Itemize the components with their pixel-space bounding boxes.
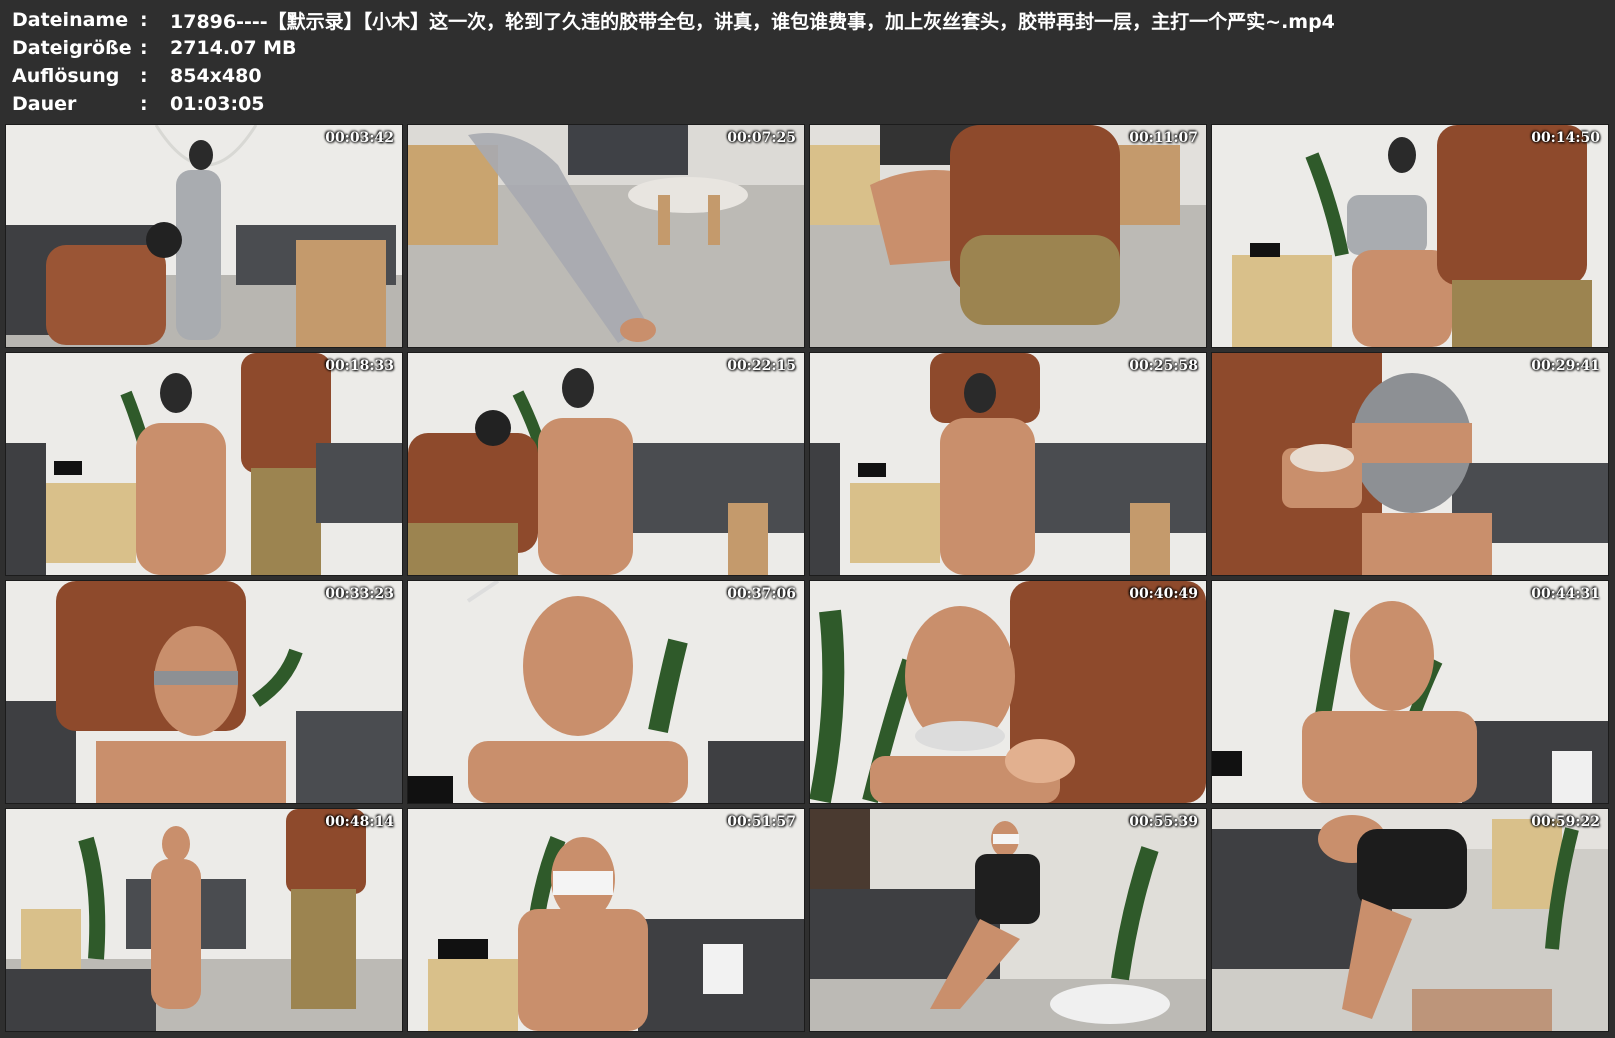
- timestamp-label: 00:37:06: [727, 586, 796, 602]
- video-thumbnail[interactable]: 00:29:41: [1212, 353, 1608, 575]
- filesize-row: Dateigröße : 2714.07 MB: [12, 34, 297, 62]
- duration-label: Dauer: [12, 93, 77, 115]
- filesize-label: Dateigröße: [12, 37, 132, 59]
- thumbnail-grid: 00:03:42 00:07:25 00:11:07 00:14:50 00:1…: [6, 125, 1609, 1035]
- timestamp-label: 00:44:31: [1531, 586, 1600, 602]
- duration-value: 01:03:05: [170, 93, 265, 115]
- scene-image: [408, 353, 804, 575]
- separator: :: [140, 93, 148, 115]
- scene-image: [6, 353, 402, 575]
- timestamp-label: 00:51:57: [727, 814, 796, 830]
- resolution-value: 854x480: [170, 65, 262, 87]
- scene-image: [810, 353, 1206, 575]
- timestamp-label: 00:55:39: [1129, 814, 1198, 830]
- video-thumbnail[interactable]: 00:33:23: [6, 581, 402, 803]
- video-thumbnail[interactable]: 00:07:25: [408, 125, 804, 347]
- scene-image: [810, 581, 1206, 803]
- scene-image: [6, 809, 402, 1031]
- scene-image: [1212, 581, 1608, 803]
- scene-image: [408, 581, 804, 803]
- scene-image: [1212, 809, 1608, 1031]
- timestamp-label: 00:22:15: [727, 358, 796, 374]
- scene-image: [6, 125, 402, 347]
- scene-image: [408, 125, 804, 347]
- video-thumbnail[interactable]: 00:44:31: [1212, 581, 1608, 803]
- timestamp-label: 00:14:50: [1531, 130, 1600, 146]
- scene-image: [1212, 353, 1608, 575]
- file-info-header: Dateiname : 17896----【默示录】【小木】这一次，轮到了久违的…: [12, 6, 1602, 118]
- video-thumbnail[interactable]: 00:11:07: [810, 125, 1206, 347]
- video-thumbnail[interactable]: 00:22:15: [408, 353, 804, 575]
- video-thumbnail[interactable]: 00:03:42: [6, 125, 402, 347]
- resolution-row: Auflösung : 854x480: [12, 62, 262, 90]
- scene-image: [810, 809, 1206, 1031]
- video-thumbnail[interactable]: 00:25:58: [810, 353, 1206, 575]
- filename-row: Dateiname : 17896----【默示录】【小木】这一次，轮到了久违的…: [12, 6, 1335, 34]
- timestamp-label: 00:07:25: [727, 130, 796, 146]
- video-thumbnail[interactable]: 00:48:14: [6, 809, 402, 1031]
- scene-image: [6, 581, 402, 803]
- video-thumbnail[interactable]: 00:51:57: [408, 809, 804, 1031]
- timestamp-label: 00:40:49: [1129, 586, 1198, 602]
- video-thumbnail[interactable]: 00:59:22: [1212, 809, 1608, 1031]
- timestamp-label: 00:11:07: [1129, 130, 1198, 146]
- timestamp-label: 00:18:33: [325, 358, 394, 374]
- video-thumbnail[interactable]: 00:40:49: [810, 581, 1206, 803]
- filename-value: 17896----【默示录】【小木】这一次，轮到了久违的胶带全包，讲真，谁包谁费…: [170, 10, 1335, 33]
- video-thumbnail[interactable]: 00:14:50: [1212, 125, 1608, 347]
- timestamp-label: 00:59:22: [1531, 814, 1600, 830]
- separator: :: [140, 37, 148, 59]
- timestamp-label: 00:48:14: [325, 814, 394, 830]
- duration-row: Dauer : 01:03:05: [12, 90, 265, 118]
- filesize-value: 2714.07 MB: [170, 37, 297, 59]
- scene-image: [408, 809, 804, 1031]
- timestamp-label: 00:25:58: [1129, 358, 1198, 374]
- resolution-label: Auflösung: [12, 65, 120, 87]
- scene-image: [1212, 125, 1608, 347]
- timestamp-label: 00:33:23: [325, 586, 394, 602]
- separator: :: [140, 65, 148, 87]
- separator: :: [140, 9, 148, 31]
- scene-image: [810, 125, 1206, 347]
- timestamp-label: 00:03:42: [325, 130, 394, 146]
- filename-label: Dateiname: [12, 9, 129, 31]
- timestamp-label: 00:29:41: [1531, 358, 1600, 374]
- video-thumbnail[interactable]: 00:18:33: [6, 353, 402, 575]
- video-thumbnail[interactable]: 00:37:06: [408, 581, 804, 803]
- video-thumbnail[interactable]: 00:55:39: [810, 809, 1206, 1031]
